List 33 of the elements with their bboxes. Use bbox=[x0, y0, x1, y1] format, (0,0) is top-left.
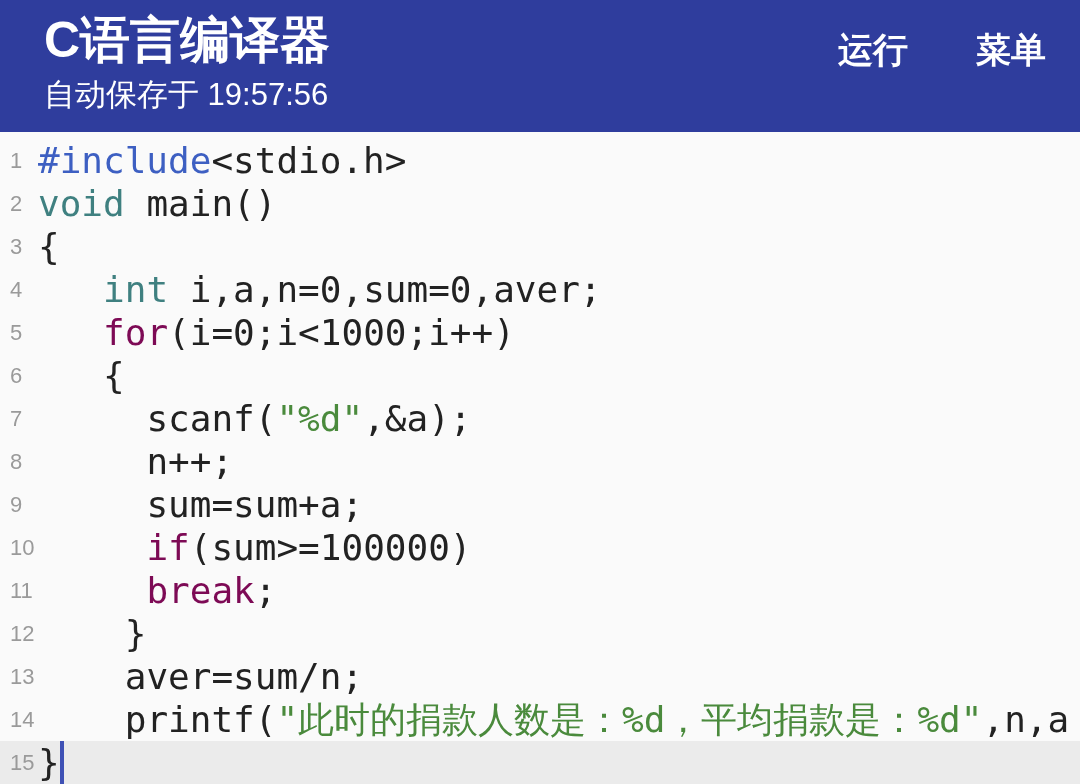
code-line: printf("此时的捐款人数是：%d，平均捐款是：%d",n,a bbox=[124, 698, 1070, 741]
line-number: 9 bbox=[9, 491, 23, 518]
code-line: { bbox=[38, 225, 60, 268]
line-number: 7 bbox=[9, 405, 23, 432]
code-line: void main() bbox=[38, 182, 277, 225]
text-cursor bbox=[59, 741, 64, 784]
line-number: 8 bbox=[9, 448, 23, 475]
code-line: } bbox=[38, 741, 60, 784]
line-number: 13 bbox=[9, 663, 35, 690]
code-line: n++; bbox=[146, 440, 234, 483]
code-line: break; bbox=[146, 569, 277, 612]
code-line: { bbox=[103, 354, 125, 397]
code-line: if(sum>=100000) bbox=[146, 526, 472, 569]
autosave-status: 自动保存于 19:57:56 bbox=[44, 76, 329, 114]
line-number: 11 bbox=[9, 577, 33, 604]
line-number: 1 bbox=[9, 147, 23, 174]
code-line: for(i=0;i<1000;i++) bbox=[103, 311, 515, 354]
code-line: } bbox=[124, 612, 147, 655]
code-line: #include<stdio.h> bbox=[38, 139, 407, 182]
line-number: 5 bbox=[9, 319, 23, 346]
line-number: 2 bbox=[9, 190, 23, 217]
line-number: 15 bbox=[9, 749, 35, 776]
line-number: 4 bbox=[9, 276, 23, 303]
line-number: 12 bbox=[9, 620, 35, 647]
line-number: 3 bbox=[9, 233, 23, 260]
line-number: 6 bbox=[9, 362, 23, 389]
line-number: 14 bbox=[9, 706, 35, 733]
line-number: 10 bbox=[9, 534, 35, 561]
code-line: int i,a,n=0,sum=0,aver; bbox=[103, 268, 602, 311]
app-title: C语言编译器 bbox=[44, 11, 331, 70]
code-line: scanf("%d",&a); bbox=[146, 397, 472, 440]
code-line: aver=sum/n; bbox=[124, 655, 364, 698]
code-line: sum=sum+a; bbox=[146, 483, 364, 526]
